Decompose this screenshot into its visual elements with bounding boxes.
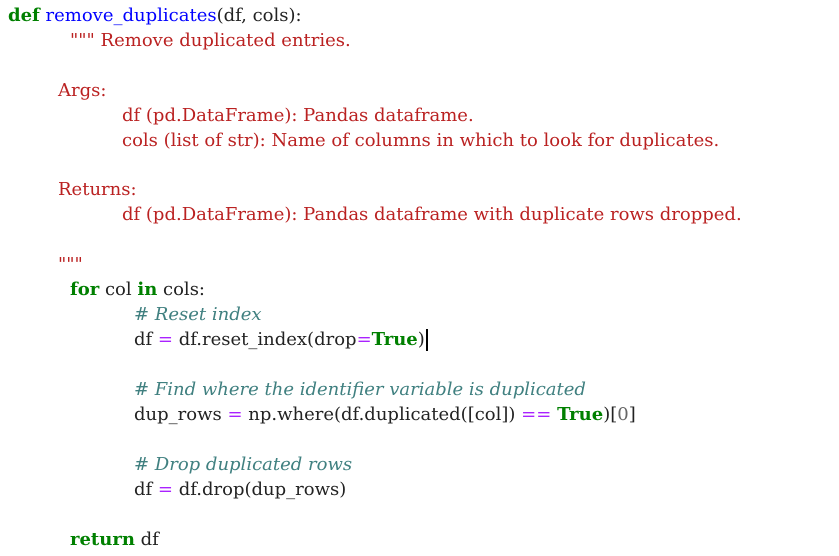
drop-lhs: df: [134, 479, 158, 500]
for-iterable: cols:: [157, 279, 205, 300]
assign-operator: =: [157, 329, 173, 350]
code-line-for: for col in cols:: [70, 277, 205, 302]
code-line-comment-reset: # Reset index: [134, 302, 262, 327]
reset-lhs: df: [134, 329, 158, 350]
code-line-docstring-open: """ Remove duplicated entries.: [70, 28, 351, 53]
reset-close-paren: ): [417, 329, 425, 350]
code-line-comment-drop: # Drop duplicated rows: [134, 452, 352, 477]
return-keyword: return: [70, 529, 135, 550]
code-line-return: return df: [70, 527, 159, 552]
docstring-summary: """ Remove duplicated entries.: [70, 30, 351, 51]
assign-operator: =: [227, 404, 243, 425]
code-line-args-header: Args:: [58, 78, 106, 103]
function-name: remove_duplicates: [45, 5, 217, 26]
docstring-close: """: [58, 254, 83, 275]
for-keyword: for: [70, 279, 100, 300]
code-line-drop: df = df.drop(dup_rows): [134, 477, 346, 502]
kwarg-operator: =: [356, 329, 372, 350]
compare-operator: ==: [521, 404, 552, 425]
code-line-arg-df: df (pd.DataFrame): Pandas dataframe.: [122, 103, 474, 128]
dup-lhs: dup_rows: [134, 404, 228, 425]
docstring-arg-cols: cols (list of str): Name of columns in w…: [122, 130, 720, 151]
code-line-dup-rows: dup_rows = np.where(df.duplicated([col])…: [134, 402, 636, 427]
docstring-return-df: df (pd.DataFrame): Pandas dataframe with…: [122, 204, 742, 225]
code-line-return-df: df (pd.DataFrame): Pandas dataframe with…: [122, 202, 742, 227]
reset-call: df.reset_index(drop: [173, 329, 357, 350]
true-literal: True: [371, 329, 418, 350]
dup-close-paren: )[: [603, 404, 618, 425]
dup-close-bracket: ]: [628, 404, 636, 425]
return-value: df: [134, 529, 159, 550]
code-line-docstring-close: """: [58, 252, 83, 277]
docstring-arg-df: df (pd.DataFrame): Pandas dataframe.: [122, 105, 474, 126]
code-editor[interactable]: def remove_duplicates(df, cols): """ Rem…: [0, 0, 839, 556]
code-line-comment-find: # Find where the identifier variable is …: [134, 377, 586, 402]
index-literal: 0: [617, 404, 629, 425]
docstring-returns-header: Returns:: [58, 179, 137, 200]
def-keyword: def: [8, 5, 40, 26]
code-line-returns-header: Returns:: [58, 177, 137, 202]
comment-find-duplicates: # Find where the identifier variable is …: [134, 379, 586, 400]
comment-reset-index: # Reset index: [134, 304, 262, 325]
true-literal: True: [557, 404, 604, 425]
dup-call: np.where(df.duplicated([col]): [242, 404, 522, 425]
code-line-arg-cols: cols (list of str): Name of columns in w…: [122, 128, 719, 153]
code-line-reset-index: df = df.reset_index(drop=True): [134, 327, 428, 352]
comment-drop-rows: # Drop duplicated rows: [134, 454, 353, 475]
code-line-def: def remove_duplicates(df, cols):: [8, 3, 302, 28]
assign-operator: =: [157, 479, 173, 500]
for-variable: col: [99, 279, 138, 300]
in-keyword: in: [137, 279, 158, 300]
drop-call: df.drop(dup_rows): [173, 479, 347, 500]
docstring-args-header: Args:: [58, 80, 107, 101]
function-signature: (df, cols):: [216, 5, 302, 26]
text-cursor: [425, 329, 428, 351]
